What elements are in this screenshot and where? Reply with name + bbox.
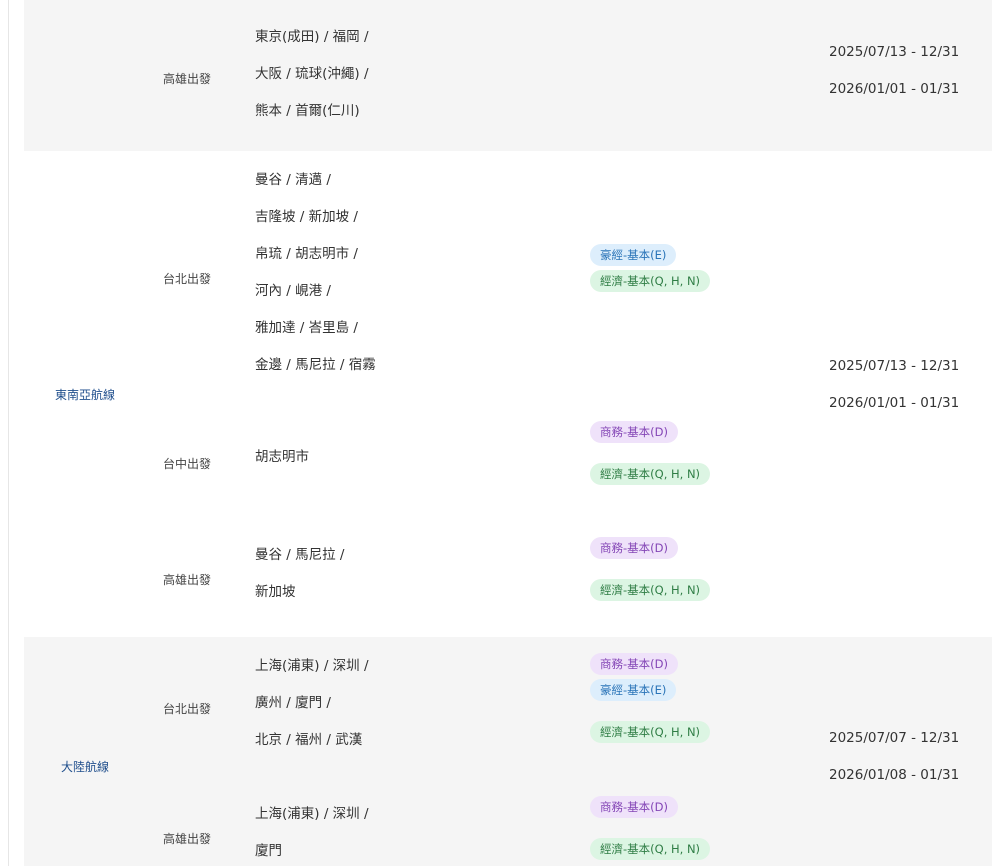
- fare-class-badge: 經濟-基本(Q, H, N): [590, 270, 711, 292]
- destination-line: 新加坡: [255, 584, 296, 600]
- travel-date-range: 2026/01/01 - 01/31: [829, 81, 960, 97]
- destination-line: 廈門: [255, 843, 282, 859]
- departure-label: 台北出發: [163, 702, 212, 716]
- departure-label: 高雄出發: [163, 573, 212, 587]
- fare-class-badge: 商務-基本(D): [590, 796, 678, 818]
- departure-label: 高雄出發: [163, 72, 212, 86]
- fare-class-badge: 經濟-基本(Q, H, N): [590, 721, 711, 743]
- route-group-row: [24, 151, 992, 637]
- destination-line: 熊本 / 首爾(仁川): [255, 103, 360, 119]
- destination-line: 雅加達 / 峇里島 /: [255, 320, 358, 336]
- destination-line: 吉隆坡 / 新加坡 /: [255, 209, 358, 225]
- fare-class-badge: 商務-基本(D): [590, 653, 678, 675]
- fare-class-badge: 豪經-基本(E): [590, 679, 677, 701]
- travel-date-range: 2026/01/01 - 01/31: [829, 395, 960, 411]
- destination-line: 廣州 / 廈門 /: [255, 695, 331, 711]
- destination-line: 胡志明市: [255, 449, 309, 465]
- destination-line: 曼谷 / 馬尼拉 /: [255, 547, 345, 563]
- fare-class-badge: 豪經-基本(E): [590, 244, 677, 266]
- destination-line: 北京 / 福州 / 武漢: [255, 732, 363, 748]
- destination-line: 上海(浦東) / 深圳 /: [255, 806, 369, 822]
- fare-class-badge: 經濟-基本(Q, H, N): [590, 579, 711, 601]
- destination-line: 金邊 / 馬尼拉 / 宿霧: [255, 357, 376, 373]
- destination-line: 曼谷 / 清邁 /: [255, 172, 331, 188]
- destination-line: 上海(浦東) / 深圳 /: [255, 658, 369, 674]
- region-label: 東南亞航線: [55, 388, 116, 402]
- destination-line: 大阪 / 琉球(沖繩) /: [255, 66, 369, 82]
- fare-class-badge: 商務-基本(D): [590, 537, 678, 559]
- destination-line: 帛琉 / 胡志明市 /: [255, 246, 358, 262]
- departure-label: 台中出發: [163, 457, 212, 471]
- travel-date-range: 2026/01/08 - 01/31: [829, 767, 960, 783]
- departure-label: 高雄出發: [163, 832, 212, 846]
- destination-line: 東京(成田) / 福岡 /: [255, 29, 369, 45]
- fare-class-badge: 經濟-基本(Q, H, N): [590, 463, 711, 485]
- travel-date-range: 2025/07/07 - 12/31: [829, 730, 960, 746]
- fare-class-badge: 商務-基本(D): [590, 421, 678, 443]
- left-border: [8, 0, 9, 866]
- travel-date-range: 2025/07/13 - 12/31: [829, 358, 960, 374]
- region-label: 大陸航線: [61, 760, 110, 774]
- travel-date-range: 2025/07/13 - 12/31: [829, 44, 960, 60]
- fare-class-badge: 經濟-基本(Q, H, N): [590, 838, 711, 860]
- departure-label: 台北出發: [163, 272, 212, 286]
- destination-line: 河內 / 峴港 /: [255, 283, 331, 299]
